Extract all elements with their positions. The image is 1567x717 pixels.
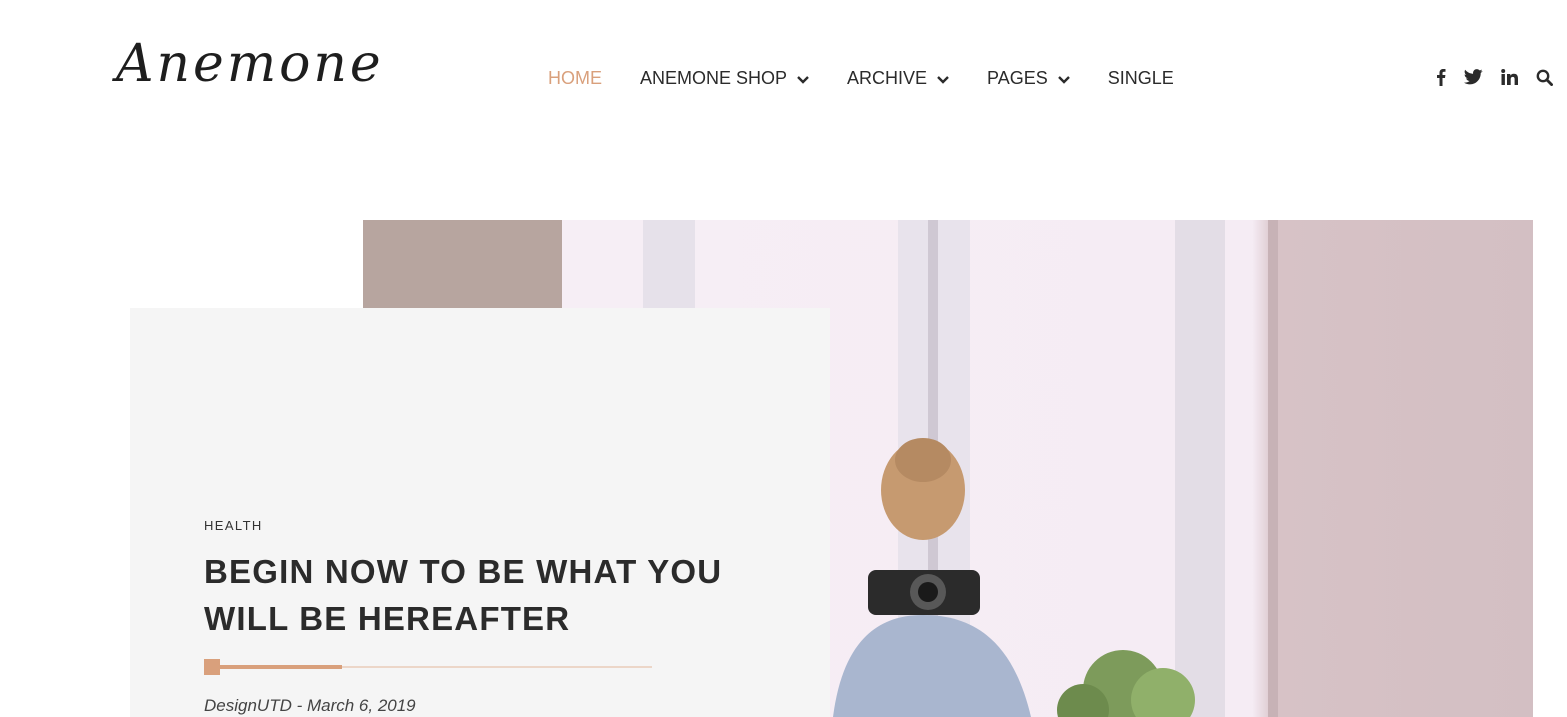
nav-item-label: SINGLE (1107, 68, 1174, 88)
featured-post-card: HEALTH BEGIN NOW TO BE WHAT YOU WILL BE … (130, 308, 830, 717)
nav-item-pages[interactable]: PAGES (987, 68, 1070, 89)
nav-item-single[interactable]: SINGLE (1108, 68, 1174, 89)
social-links (1436, 68, 1567, 86)
twitter-icon[interactable] (1464, 69, 1483, 85)
nav-item-label: PAGES (987, 68, 1048, 88)
linkedin-icon[interactable] (1501, 69, 1518, 85)
post-title[interactable]: BEGIN NOW TO BE WHAT YOU WILL BE HEREAFT… (204, 548, 724, 642)
facebook-icon[interactable] (1436, 68, 1446, 86)
nav-item-home[interactable]: HOME (548, 68, 602, 89)
post-category[interactable]: HEALTH (204, 518, 263, 533)
nav-item-label: ARCHIVE (847, 68, 928, 88)
post-title-line: WILL BE HEREAFTER (204, 600, 571, 637)
nav-item-label: ANEMONE SHOP (640, 68, 788, 88)
nav-item-anemone-shop[interactable]: ANEMONE SHOP (640, 68, 809, 89)
post-meta: DesignUTD - March 6, 2019 (204, 696, 416, 715)
search-icon[interactable] (1536, 69, 1553, 86)
site-logo[interactable]: Anemone (116, 38, 384, 90)
main-nav: HOME ANEMONE SHOP ARCHIVE PAGES SINGLE (548, 68, 1212, 89)
nav-item-label: HOME (548, 68, 602, 88)
chevron-down-icon (797, 68, 809, 89)
title-divider (204, 658, 652, 676)
nav-item-archive[interactable]: ARCHIVE (847, 68, 949, 89)
chevron-down-icon (937, 68, 949, 89)
chevron-down-icon (1057, 68, 1070, 89)
post-title-line: BEGIN NOW TO BE WHAT YOU (204, 553, 723, 590)
